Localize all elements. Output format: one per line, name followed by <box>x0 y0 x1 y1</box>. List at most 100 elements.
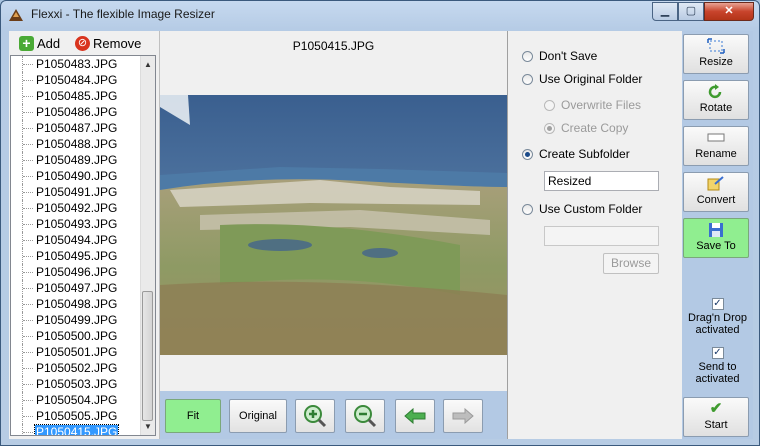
file-list-item[interactable]: P1050502.JPG <box>11 360 142 376</box>
file-list-item[interactable]: P1050497.JPG <box>11 280 142 296</box>
file-list-item[interactable]: P1050484.JPG <box>11 72 142 88</box>
overwrite-files-label: Overwrite Files <box>561 98 642 112</box>
create-subfolder-radio[interactable]: Create Subfolder <box>522 147 630 161</box>
file-list-item[interactable]: P1050498.JPG <box>11 296 142 312</box>
file-list-item[interactable]: P1050489.JPG <box>11 152 142 168</box>
app-window: Flexxi - The flexible Image Resizer ▁ ▢ … <box>0 0 760 446</box>
overwrite-files-radio[interactable]: Overwrite Files <box>544 98 641 112</box>
original-folder-radio[interactable]: Use Original Folder <box>522 72 642 86</box>
preview-toolbar: Fit Original <box>160 391 507 439</box>
rotate-button[interactable]: Rotate <box>683 80 749 120</box>
close-button[interactable]: ✕ <box>704 2 754 21</box>
file-name: P1050497.JPG <box>36 281 118 295</box>
custom-folder-label: Use Custom Folder <box>539 202 643 216</box>
start-button[interactable]: ✔ Start <box>683 397 749 437</box>
scroll-thumb[interactable] <box>142 291 153 421</box>
rename-button[interactable]: Rename <box>683 126 749 166</box>
file-name: P1050504.JPG <box>36 393 118 407</box>
maximize-button[interactable]: ▢ <box>678 2 704 21</box>
fit-button[interactable]: Fit <box>165 399 221 433</box>
file-list-item[interactable]: P1050505.JPG <box>11 408 142 424</box>
previous-image-button[interactable] <box>395 399 435 433</box>
create-copy-radio[interactable]: Create Copy <box>544 121 628 135</box>
file-list-item[interactable]: P1050493.JPG <box>11 216 142 232</box>
radio-circle <box>522 50 533 62</box>
add-button[interactable]: + Add <box>19 34 60 52</box>
file-list-item[interactable]: P1050501.JPG <box>11 344 142 360</box>
custom-folder-radio[interactable]: Use Custom Folder <box>522 202 642 216</box>
arrow-right-icon <box>452 407 474 425</box>
file-list-item[interactable]: P1050492.JPG <box>11 200 142 216</box>
file-name: P1050485.JPG <box>36 89 118 103</box>
convert-button[interactable]: Convert <box>683 172 749 212</box>
file-name: P1050493.JPG <box>36 217 118 231</box>
sendto-checkbox[interactable]: ✓ Send to activated <box>682 347 753 385</box>
radio-circle <box>522 203 533 215</box>
next-image-button[interactable] <box>443 399 483 433</box>
scroll-up-icon[interactable]: ▲ <box>141 58 155 72</box>
zoom-in-icon <box>304 405 327 428</box>
file-list-item[interactable]: P1050490.JPG <box>11 168 142 184</box>
create-copy-label: Create Copy <box>561 121 629 135</box>
preview-panel: P1050415.JPG Fit Original <box>159 31 507 439</box>
preview-filename: P1050415.JPG <box>292 39 375 53</box>
file-name: P1050490.JPG <box>36 169 118 183</box>
file-list-item[interactable]: P1050483.JPG <box>11 56 142 72</box>
file-list-item[interactable]: P1050494.JPG <box>11 232 142 248</box>
create-subfolder-label: Create Subfolder <box>539 147 630 161</box>
zoom-in-button[interactable] <box>295 399 335 433</box>
save-to-button[interactable]: Save To <box>683 218 749 258</box>
file-name: P1050502.JPG <box>36 361 118 375</box>
remove-label: Remove <box>93 35 142 51</box>
file-name: P1050501.JPG <box>36 345 118 359</box>
file-name: P1050495.JPG <box>36 249 118 263</box>
title-bar[interactable]: Flexxi - The flexible Image Resizer ▁ ▢ … <box>1 1 759 29</box>
file-name: P1050486.JPG <box>36 105 118 119</box>
checkmark-icon: ✔ <box>709 400 723 417</box>
file-list-item[interactable]: P1050495.JPG <box>11 248 142 264</box>
zoom-out-button[interactable] <box>345 399 385 433</box>
browse-button[interactable]: Browse <box>603 253 659 274</box>
minimize-button[interactable]: ▁ <box>652 2 678 21</box>
file-list-item[interactable]: P1050486.JPG <box>11 104 142 120</box>
scroll-down-icon[interactable]: ▼ <box>141 420 155 434</box>
start-label: Start <box>704 419 728 431</box>
file-list-item[interactable]: P1050485.JPG <box>11 88 142 104</box>
rotate-label: Rotate <box>699 102 733 114</box>
file-list-item[interactable]: P1050500.JPG <box>11 328 142 344</box>
file-list-item[interactable]: P1050499.JPG <box>11 312 142 328</box>
file-name: P1050494.JPG <box>36 233 118 247</box>
preview-image <box>160 95 507 355</box>
file-list-item[interactable]: P1050415.JPG <box>11 424 142 435</box>
file-name: P1050500.JPG <box>36 329 118 343</box>
rename-label: Rename <box>695 148 737 160</box>
file-list-item[interactable]: P1050504.JPG <box>11 392 142 408</box>
radio-circle <box>544 99 555 111</box>
resize-button[interactable]: Resize <box>683 34 749 74</box>
file-list-item[interactable]: P1050488.JPG <box>11 136 142 152</box>
file-list-item[interactable]: P1050503.JPG <box>11 376 142 392</box>
file-name: P1050499.JPG <box>36 313 118 327</box>
zoom-out-icon <box>354 405 377 428</box>
plus-icon: + <box>19 35 34 51</box>
file-list-item[interactable]: P1050487.JPG <box>11 120 142 136</box>
dragdrop-checkbox[interactable]: ✓ Drag'n Drop activated <box>682 298 753 336</box>
rename-icon <box>707 130 725 146</box>
file-list-item[interactable]: P1050496.JPG <box>11 264 142 280</box>
remove-button[interactable]: ⊘ Remove <box>75 34 141 52</box>
file-name: P1050484.JPG <box>36 73 118 87</box>
original-size-button[interactable]: Original <box>229 399 287 433</box>
convert-icon <box>707 176 725 192</box>
dont-save-label: Don't Save <box>539 49 598 63</box>
subfolder-name-input[interactable]: Resized <box>544 171 659 191</box>
file-list-item[interactable]: P1050491.JPG <box>11 184 142 200</box>
resize-label: Resize <box>699 56 733 68</box>
file-name: P1050483.JPG <box>36 57 118 71</box>
custom-folder-input[interactable] <box>544 226 659 246</box>
dont-save-radio[interactable]: Don't Save <box>522 49 597 63</box>
file-list-scrollbar[interactable]: ▲ ▼ <box>140 56 155 435</box>
file-list[interactable]: P1050483.JPG P1050484.JPG P1050485.JPG P105… <box>10 55 156 436</box>
file-toolbar: + Add ⊘ Remove <box>9 31 159 55</box>
client-area: + Add ⊘ Remove P1050483.JPG P1050484.JPG P… <box>9 31 753 439</box>
file-name: P1050489.JPG <box>36 153 118 167</box>
